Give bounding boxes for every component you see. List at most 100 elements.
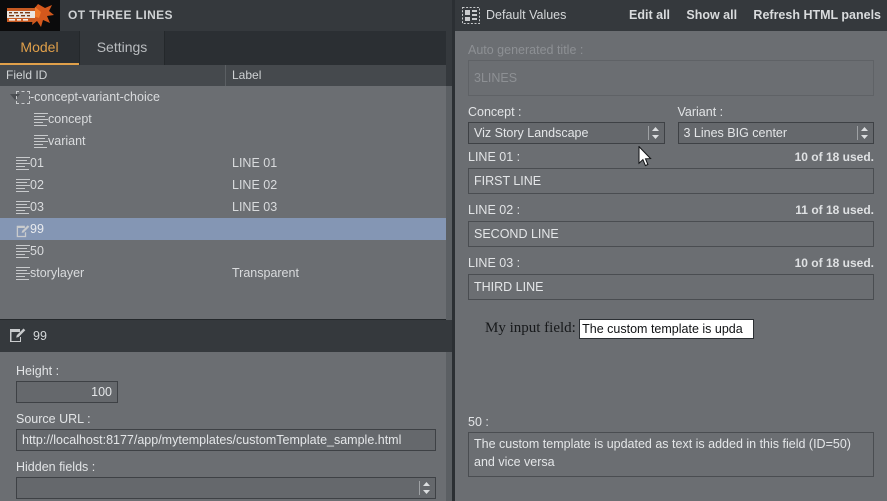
line-03-row: LINE 03 : 10 of 18 used. [468, 256, 874, 271]
tree-row-id: concept [48, 112, 92, 126]
variant-value: 3 Lines BIG center [683, 126, 788, 140]
text-lines-icon [34, 135, 48, 148]
tree-row-id: 03 [30, 200, 44, 214]
select-divider [647, 126, 649, 140]
refresh-html-panels-button[interactable]: Refresh HTML panels [753, 8, 881, 22]
line-03-counter: 10 of 18 used. [794, 256, 874, 270]
tree-row-label: LINE 01 [232, 156, 278, 170]
tree-row[interactable]: 03 LINE 03 [0, 196, 452, 218]
tree-row-id: 02 [30, 178, 44, 192]
tree-row-id: -concept-variant-choice [30, 90, 160, 104]
height-label: Height : [16, 364, 60, 378]
line-02-counter: 11 of 18 used. [795, 203, 874, 217]
variant-label: Variant : [677, 105, 724, 119]
concept-variant-row: Concept : Viz Story Landscape Variant: … [468, 105, 874, 144]
document-titlebar: OT THREE LINES [0, 0, 452, 31]
header-actions: Edit all Show all Refresh HTML panels [616, 0, 881, 31]
text-lines-icon [16, 267, 30, 280]
chevron-updown-icon [860, 126, 869, 140]
tree-row[interactable]: -concept-variant-choice [0, 86, 452, 108]
variant-group: Variant : 3 Lines BIG center [677, 105, 874, 144]
tree-row-id: variant [48, 134, 86, 148]
source-url-label: Source URL : [16, 412, 91, 426]
text-lines-icon [16, 201, 30, 214]
tree-row[interactable]: 99 [0, 218, 452, 240]
tree-row[interactable]: concept [0, 108, 452, 130]
tree-row[interactable]: variant [0, 130, 452, 152]
column-header-label[interactable]: Label [232, 65, 261, 86]
tree-row-id: storylayer [30, 266, 85, 280]
field-50-textarea[interactable] [468, 432, 874, 477]
tree-row-label: LINE 03 [232, 200, 278, 214]
concept-group: Concept : Viz Story Landscape [468, 105, 665, 144]
hidden-fields-label: Hidden fields : [16, 460, 96, 474]
chevron-updown-icon [651, 126, 660, 140]
detail-panel-header: 99 [0, 319, 452, 352]
tree-row-id: 99 [30, 222, 44, 236]
dashed-box-icon [16, 91, 30, 104]
right-pane: Default Values Edit all Show all Refresh… [455, 0, 887, 501]
tab-settings[interactable]: Settings [79, 31, 165, 65]
select-divider [419, 481, 420, 495]
document-title: OT THREE LINES [68, 8, 173, 22]
left-pane: OT THREE LINES Model Settings Field ID L… [0, 0, 452, 501]
tabbar-edge [446, 31, 452, 86]
custom-html-panel: My input field: The custom template is u… [468, 309, 874, 415]
splatter-logo-icon [0, 0, 60, 31]
my-input-field-label: My input field: [485, 320, 576, 337]
auto-generated-title-label: Auto generated title : [468, 43, 584, 57]
text-lines-icon [16, 245, 30, 258]
default-values-body: Auto generated title : 3LINES Concept : … [455, 31, 887, 501]
line-01-counter: 10 of 18 used. [794, 150, 874, 164]
tree-row[interactable]: 50 [0, 240, 452, 262]
line-03-input[interactable] [468, 274, 874, 300]
titlebar-edge [446, 0, 452, 31]
tabbar: Model Settings [0, 31, 452, 66]
column-header-field-id[interactable]: Field ID [6, 65, 47, 86]
field-50-label: 50 : [468, 415, 489, 429]
detail-panel-body: Height : Source URL : Hidden fields : [0, 352, 452, 501]
default-values-header: Default Values Edit all Show all Refresh… [455, 0, 887, 31]
line-01-row: LINE 01 : 10 of 18 used. [468, 150, 874, 165]
tree-row-label: Transparent [232, 266, 299, 280]
application-window: OT THREE LINES Model Settings Field ID L… [0, 0, 887, 501]
line-01-label: LINE 01 : [468, 150, 521, 164]
show-all-button[interactable]: Show all [686, 8, 737, 22]
tab-model[interactable]: Model [0, 31, 79, 65]
tree-row[interactable]: 01 LINE 01 [0, 152, 452, 174]
text-lines-icon [34, 113, 48, 126]
concept-select[interactable]: Viz Story Landscape [468, 122, 665, 144]
source-url-input[interactable] [16, 429, 436, 451]
line-03-label: LINE 03 : [468, 256, 521, 270]
edit-all-button[interactable]: Edit all [629, 8, 670, 22]
concept-label: Concept : [468, 105, 522, 119]
detail-header-edge [446, 320, 452, 352]
detail-panel-title: 99 [33, 329, 47, 343]
tree-row-label: LINE 02 [232, 178, 278, 192]
tree-row-id: 50 [30, 244, 44, 258]
column-divider[interactable] [225, 65, 226, 86]
line-02-label: LINE 02 : [468, 203, 521, 217]
chevron-updown-icon [422, 481, 431, 495]
line-02-input[interactable] [468, 221, 874, 247]
variant-select[interactable]: 3 Lines BIG center [677, 122, 874, 144]
tree-row-id: 01 [30, 156, 44, 170]
height-input[interactable] [16, 381, 118, 403]
text-lines-icon [16, 179, 30, 192]
auto-generated-title-field: 3LINES [468, 60, 874, 96]
text-lines-icon [16, 157, 30, 170]
field-tree: -concept-variant-choice concept variant 01 L… [0, 86, 452, 320]
my-input-field-input[interactable]: The custom template is upda [579, 319, 755, 339]
panels-layout-icon [462, 7, 480, 24]
hidden-fields-select[interactable] [16, 477, 436, 499]
tree-row[interactable]: storylayer Transparent [0, 262, 452, 284]
select-divider [857, 126, 858, 140]
concept-value: Viz Story Landscape [474, 126, 589, 140]
edit-square-icon [16, 223, 30, 238]
tree-column-header: Field ID Label [0, 65, 452, 87]
tree-row[interactable]: 02 LINE 02 [0, 174, 452, 196]
edit-square-icon [9, 328, 26, 344]
line-01-input[interactable] [468, 168, 874, 194]
default-values-title: Default Values [486, 8, 567, 22]
line-02-row: LINE 02 : 11 of 18 used. [468, 203, 874, 218]
